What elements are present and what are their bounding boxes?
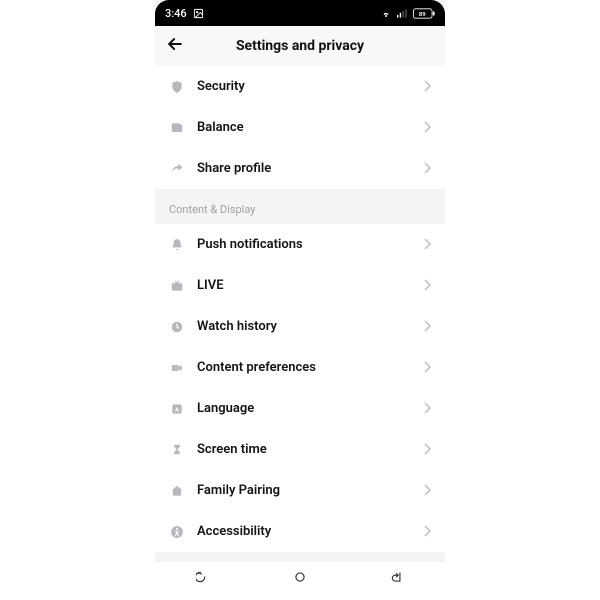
wifi-icon (380, 8, 392, 18)
accessibility-icon (169, 524, 185, 540)
battery-icon: 89 (413, 8, 435, 19)
arrow-left-icon (165, 34, 185, 54)
row-label: Content preferences (197, 360, 423, 375)
row-watch-history[interactable]: Watch history (155, 306, 445, 347)
page-title: Settings and privacy (155, 38, 445, 54)
chevron-right-icon (423, 118, 431, 137)
chevron-right-icon (423, 399, 431, 418)
chevron-right-icon (423, 317, 431, 336)
bell-icon (169, 237, 185, 253)
lang-icon: A (169, 401, 185, 417)
row-label: Balance (197, 120, 423, 135)
signal-icon (397, 9, 408, 18)
row-label: Share profile (197, 161, 423, 176)
hourglass-icon (169, 442, 185, 458)
status-time: 3:46 (165, 7, 187, 20)
row-label: Language (197, 401, 423, 416)
chevron-right-icon (423, 522, 431, 541)
row-language[interactable]: A Language (155, 388, 445, 429)
row-label: Family Pairing (197, 483, 423, 498)
shield-icon (169, 79, 185, 95)
svg-text:A: A (175, 407, 179, 413)
video-icon (169, 360, 185, 376)
settings-group-account: Security Balance Share profile (155, 66, 445, 189)
section-header-content-display: Content & Display (155, 189, 445, 224)
chevron-right-icon (423, 159, 431, 178)
row-screen-time[interactable]: Screen time (155, 429, 445, 470)
wallet-icon (169, 120, 185, 136)
row-label: Watch history (197, 319, 423, 334)
app-header: Settings and privacy (155, 26, 445, 66)
row-balance[interactable]: Balance (155, 107, 445, 148)
row-label: Accessibility (197, 524, 423, 539)
row-security[interactable]: Security (155, 66, 445, 107)
row-push-notifications[interactable]: Push notifications (155, 224, 445, 265)
chevron-right-icon (423, 235, 431, 254)
svg-text:89: 89 (419, 12, 426, 18)
settings-group-content-display: Push notifications LIVE Watch history Co… (155, 224, 445, 552)
row-content-preferences[interactable]: Content preferences (155, 347, 445, 388)
row-label: Screen time (197, 442, 423, 457)
chevron-right-icon (423, 276, 431, 295)
nav-back-button[interactable] (382, 568, 412, 586)
row-family-pairing[interactable]: Family Pairing (155, 470, 445, 511)
chevron-right-icon (423, 440, 431, 459)
row-label: Security (197, 79, 423, 94)
clock-icon (169, 319, 185, 335)
chevron-right-icon (423, 77, 431, 96)
home-icon (169, 483, 185, 499)
gallery-icon (193, 8, 204, 19)
row-live[interactable]: LIVE (155, 265, 445, 306)
phone-frame: 3:46 89 Settings and privacy Security Ba… (155, 0, 445, 592)
chevron-right-icon (423, 481, 431, 500)
status-bar: 3:46 89 (155, 0, 445, 26)
row-share-profile[interactable]: Share profile (155, 148, 445, 189)
back-button[interactable] (165, 34, 185, 58)
row-label: LIVE (197, 278, 423, 293)
share-icon (169, 161, 185, 177)
row-label: Push notifications (197, 237, 423, 252)
row-accessibility[interactable]: Accessibility (155, 511, 445, 552)
settings-content: Security Balance Share profile Content &… (155, 66, 445, 592)
tv-icon (169, 278, 185, 294)
system-nav-bar (155, 562, 445, 592)
nav-home-button[interactable] (285, 568, 315, 586)
chevron-right-icon (423, 358, 431, 377)
nav-recent-button[interactable] (188, 568, 218, 586)
